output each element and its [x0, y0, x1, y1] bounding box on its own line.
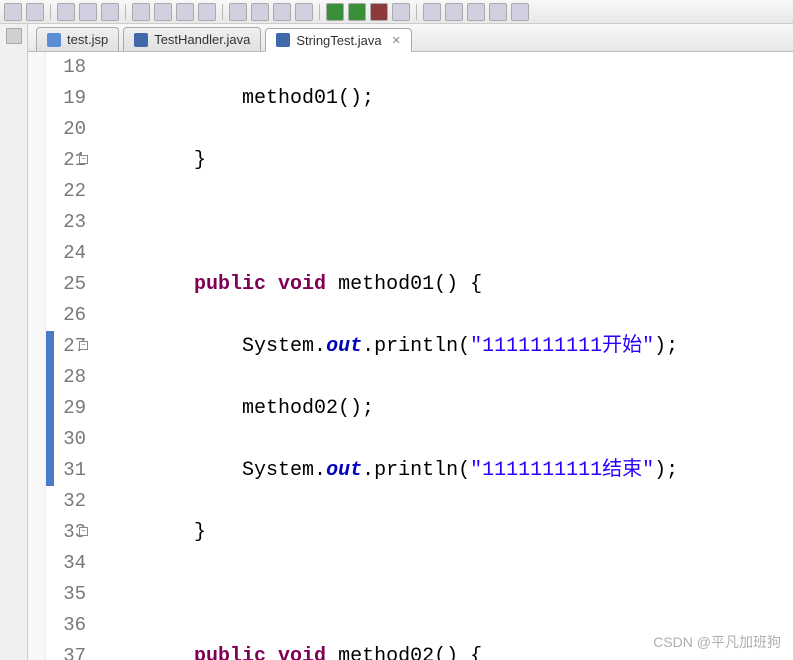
fold-toggle-icon[interactable]: − [79, 341, 88, 350]
toolbar-button[interactable] [101, 3, 119, 21]
line-number: 36 [46, 610, 86, 641]
code-content[interactable]: method01(); } public void method01() { S… [94, 52, 793, 660]
toolbar-button[interactable] [295, 3, 313, 21]
tab-label: StringTest.java [296, 33, 381, 48]
toolbar-button[interactable] [132, 3, 150, 21]
line-number: 32 [46, 486, 86, 517]
line-number: 20 [46, 114, 86, 145]
fold-toggle-icon[interactable]: − [79, 527, 88, 536]
toolbar-button[interactable] [445, 3, 463, 21]
toolbar-button[interactable] [79, 3, 97, 21]
sidebar-view-icon[interactable] [6, 28, 22, 44]
toolbar-separator [222, 4, 223, 20]
toolbar-button[interactable] [251, 3, 269, 21]
line-number: 28 [46, 362, 86, 393]
editor-tabs: test.jsp TestHandler.java StringTest.jav… [28, 24, 793, 52]
toolbar-button[interactable] [4, 3, 22, 21]
toolbar-button[interactable] [26, 3, 44, 21]
tab-test-jsp[interactable]: test.jsp [36, 27, 119, 51]
code-editor[interactable]: 18 19 20 21− 22 23 24 25 26 27− 28 29 30… [28, 52, 793, 660]
toolbar-button[interactable] [392, 3, 410, 21]
toolbar-button[interactable] [229, 3, 247, 21]
marker-bar [28, 52, 46, 660]
line-number: 31 [46, 455, 86, 486]
toolbar-separator [125, 4, 126, 20]
toolbar-separator [319, 4, 320, 20]
java-file-icon [134, 33, 148, 47]
tab-label: test.jsp [67, 32, 108, 47]
run-button[interactable] [348, 3, 366, 21]
jsp-file-icon [47, 33, 61, 47]
toolbar-button[interactable] [467, 3, 485, 21]
line-number: 25 [46, 269, 86, 300]
line-number: 37 [46, 641, 86, 660]
toolbar-separator [50, 4, 51, 20]
line-number: 26 [46, 300, 86, 331]
line-number: 21− [46, 145, 86, 176]
toolbar-button[interactable] [511, 3, 529, 21]
line-number-gutter: 18 19 20 21− 22 23 24 25 26 27− 28 29 30… [46, 52, 94, 660]
toolbar-button[interactable] [57, 3, 75, 21]
line-number: 24 [46, 238, 86, 269]
line-number: 19 [46, 83, 86, 114]
view-sidebar [0, 24, 28, 660]
toolbar-button[interactable] [176, 3, 194, 21]
toolbar [0, 0, 793, 24]
watermark: CSDN @平凡加班狗 [653, 632, 781, 652]
line-number: 35 [46, 579, 86, 610]
tab-label: TestHandler.java [154, 32, 250, 47]
line-number: 34 [46, 548, 86, 579]
run-button[interactable] [326, 3, 344, 21]
line-number: 29 [46, 393, 86, 424]
tab-testhandler-java[interactable]: TestHandler.java [123, 27, 261, 51]
line-number: 23 [46, 207, 86, 238]
toolbar-button[interactable] [423, 3, 441, 21]
line-number: 33− [46, 517, 86, 548]
line-number: 18 [46, 52, 86, 83]
toolbar-button[interactable] [198, 3, 216, 21]
stop-button[interactable] [370, 3, 388, 21]
fold-toggle-icon[interactable]: − [79, 155, 88, 164]
toolbar-button[interactable] [273, 3, 291, 21]
line-number: 22 [46, 176, 86, 207]
java-file-icon [276, 33, 290, 47]
toolbar-button[interactable] [154, 3, 172, 21]
line-number: 27− [46, 331, 86, 362]
toolbar-separator [416, 4, 417, 20]
close-icon[interactable]: ✕ [392, 34, 401, 47]
line-number: 30 [46, 424, 86, 455]
toolbar-button[interactable] [489, 3, 507, 21]
tab-stringtest-java[interactable]: StringTest.java ✕ [265, 28, 411, 52]
